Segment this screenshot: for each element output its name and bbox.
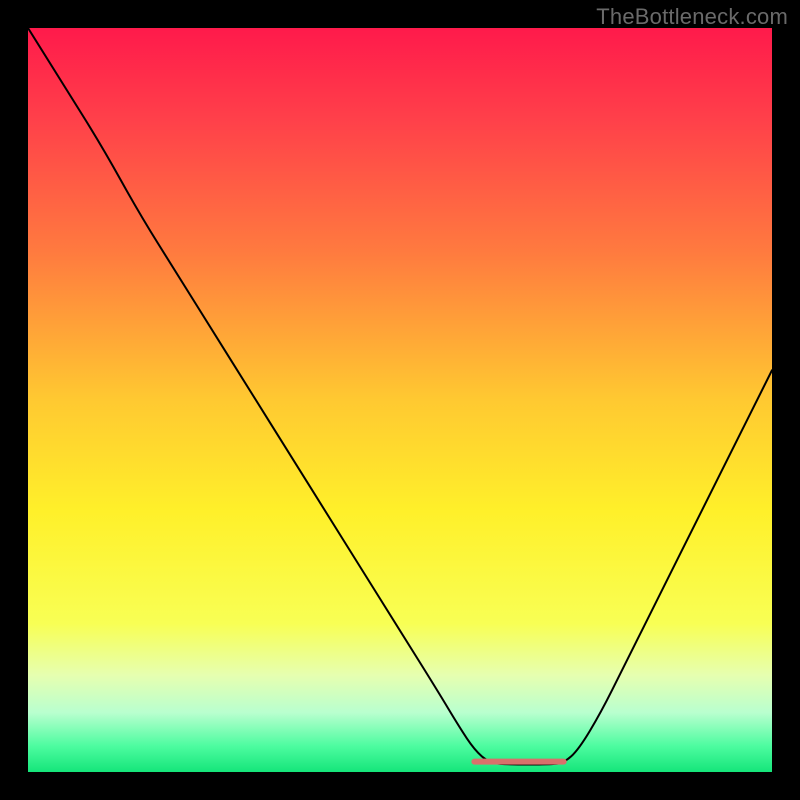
plot-area — [28, 28, 772, 772]
chart-frame: TheBottleneck.com — [0, 0, 800, 800]
chart-svg — [28, 28, 772, 772]
watermark-text: TheBottleneck.com — [596, 4, 788, 30]
chart-background — [28, 28, 772, 772]
